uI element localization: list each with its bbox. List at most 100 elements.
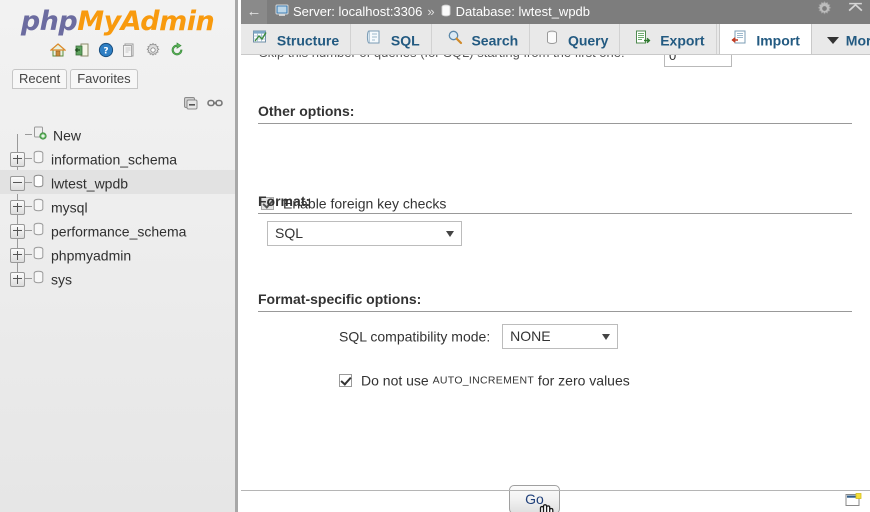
server-icon: [275, 4, 289, 20]
tree-connector: [25, 134, 32, 136]
logo-my-text: My: [77, 6, 121, 37]
settings-gear-icon[interactable]: [816, 1, 837, 20]
sidebar-toolbar: ?: [0, 42, 235, 60]
tab-label: SQL: [390, 32, 420, 49]
tab-search[interactable]: Search: [436, 24, 531, 54]
format-heading: Format:: [258, 193, 852, 214]
phpmyadmin-logo[interactable]: phpMyAdmin: [0, 0, 235, 35]
logo-admin-text: Admin: [120, 6, 215, 37]
tree-item-label: New: [53, 127, 82, 144]
format-select[interactable]: SQL: [267, 221, 462, 246]
tree-connector: [25, 158, 32, 160]
server-label[interactable]: Server: localhost:3306: [293, 4, 422, 19]
other-options-heading: Other options:: [258, 103, 852, 124]
sql-compatibility-select[interactable]: NONE: [502, 324, 619, 349]
database-icon: [32, 243, 45, 267]
tree-expand-toggle[interactable]: [10, 151, 25, 167]
topbar-actions: [806, 0, 864, 24]
tab-label: Search: [471, 32, 519, 49]
tab-query[interactable]: Query: [534, 24, 621, 54]
auto-increment-zero-values-checkbox[interactable]: [339, 373, 352, 387]
import-icon: [731, 30, 751, 48]
server-breadcrumb-bar: ← Server: localhost:3306 » Database: lwtest…: [241, 0, 870, 24]
tab-more[interactable]: More: [816, 24, 870, 54]
home-icon[interactable]: [49, 42, 68, 63]
tree-item-performance-schema[interactable]: performance_schema: [0, 218, 235, 242]
tab-structure[interactable]: Structure: [241, 24, 352, 54]
format-specific-options-heading: Format-specific options:: [258, 291, 852, 312]
sql-docs-icon[interactable]: [121, 42, 137, 63]
breadcrumb: Server: localhost:3306 » Database: lwtest_…: [267, 0, 590, 24]
tab-label: Import: [756, 32, 800, 49]
tree-connector: [25, 254, 32, 256]
database-icon: [32, 219, 45, 243]
auto-increment-keyword: AUTO_INCREMENT: [432, 374, 535, 387]
svg-text:?: ?: [103, 47, 108, 57]
tree-connector: [25, 206, 32, 208]
sidebar-tools: [0, 95, 235, 113]
tree-item-label: sys: [51, 271, 72, 288]
tree-expand-toggle[interactable]: [10, 199, 25, 215]
tab-label: More: [845, 32, 870, 49]
tab-export[interactable]: Export: [624, 24, 717, 54]
tree-item-mysql[interactable]: mysql: [0, 194, 235, 218]
search-icon: [447, 30, 467, 48]
database-tree: New information_schema lwtest_wpdb mysql…: [0, 122, 235, 290]
navigation-sidebar: phpMyAdmin ? Recent Favorites New inform…: [0, 0, 238, 512]
tree-collapse-toggle[interactable]: [10, 175, 25, 191]
tree-connector: [25, 182, 32, 184]
skip-queries-input[interactable]: 0: [664, 55, 732, 67]
new-database-icon: [32, 123, 47, 147]
tree-connector: [25, 230, 32, 232]
link-with-main-panel-icon[interactable]: [207, 97, 223, 112]
console-icon[interactable]: [845, 493, 862, 511]
export-icon: [635, 30, 655, 48]
tree-item-lwtest-wpdb[interactable]: lwtest_wpdb: [0, 170, 235, 194]
tab-label: Query: [567, 32, 609, 49]
tree-expand-toggle[interactable]: [10, 223, 25, 239]
favorites-tab[interactable]: Favorites: [70, 69, 138, 89]
tab-label: Export: [660, 32, 705, 49]
tree-item-information-schema[interactable]: information_schema: [0, 146, 235, 170]
database-icon: [32, 147, 45, 171]
footer-divider: [241, 490, 870, 491]
reload-icon[interactable]: [169, 42, 185, 63]
settings-gear-icon[interactable]: [145, 42, 161, 63]
sql-icon: [366, 30, 386, 48]
database-icon: [440, 4, 452, 20]
database-label[interactable]: Database: lwtest_wpdb: [456, 4, 590, 19]
sql-compatibility-label: SQL compatibility mode:: [339, 328, 491, 345]
phpmyadmin-window: phpMyAdmin ? Recent Favorites New inform…: [0, 0, 870, 512]
page-tabs: Structure SQL Search Query Export Import…: [241, 24, 870, 55]
recent-tab[interactable]: Recent: [12, 69, 68, 89]
collapse-all-icon[interactable]: [183, 95, 199, 114]
tree-expand-toggle[interactable]: [10, 271, 25, 287]
tree-item-new[interactable]: New: [0, 122, 235, 146]
help-docs-icon[interactable]: ?: [98, 42, 114, 63]
chevron-down-icon: [602, 334, 611, 340]
tab-import[interactable]: Import: [719, 24, 812, 54]
collapse-navigation-icon[interactable]: [847, 2, 864, 20]
auto-increment-prefix: Do not use: [361, 372, 433, 389]
database-icon: [32, 195, 45, 219]
query-icon: [545, 30, 563, 48]
chevron-down-icon: [826, 36, 839, 44]
tree-item-sys[interactable]: sys: [0, 266, 235, 290]
skip-queries-label: Skip this number of queries (for SQL) st…: [259, 55, 625, 60]
tree-item-label: information_schema: [51, 151, 178, 168]
tree-item-label: mysql: [51, 199, 88, 216]
tree-item-label: performance_schema: [51, 223, 187, 240]
tree-item-label: lwtest_wpdb: [51, 175, 129, 192]
logout-icon[interactable]: [74, 42, 90, 63]
tab-sql[interactable]: SQL: [355, 24, 432, 54]
main-panel: ← Server: localhost:3306 » Database: lwtest…: [241, 0, 870, 512]
back-button[interactable]: ←: [241, 0, 267, 24]
database-icon: [32, 171, 45, 195]
structure-icon: [252, 30, 272, 48]
database-icon: [32, 267, 45, 291]
tree-toggle-placeholder: [10, 129, 25, 142]
tree-expand-toggle[interactable]: [10, 247, 25, 263]
tab-label: Structure: [276, 32, 340, 49]
logo-php-text: php: [20, 6, 78, 37]
tree-item-phpmyadmin[interactable]: phpmyadmin: [0, 242, 235, 266]
